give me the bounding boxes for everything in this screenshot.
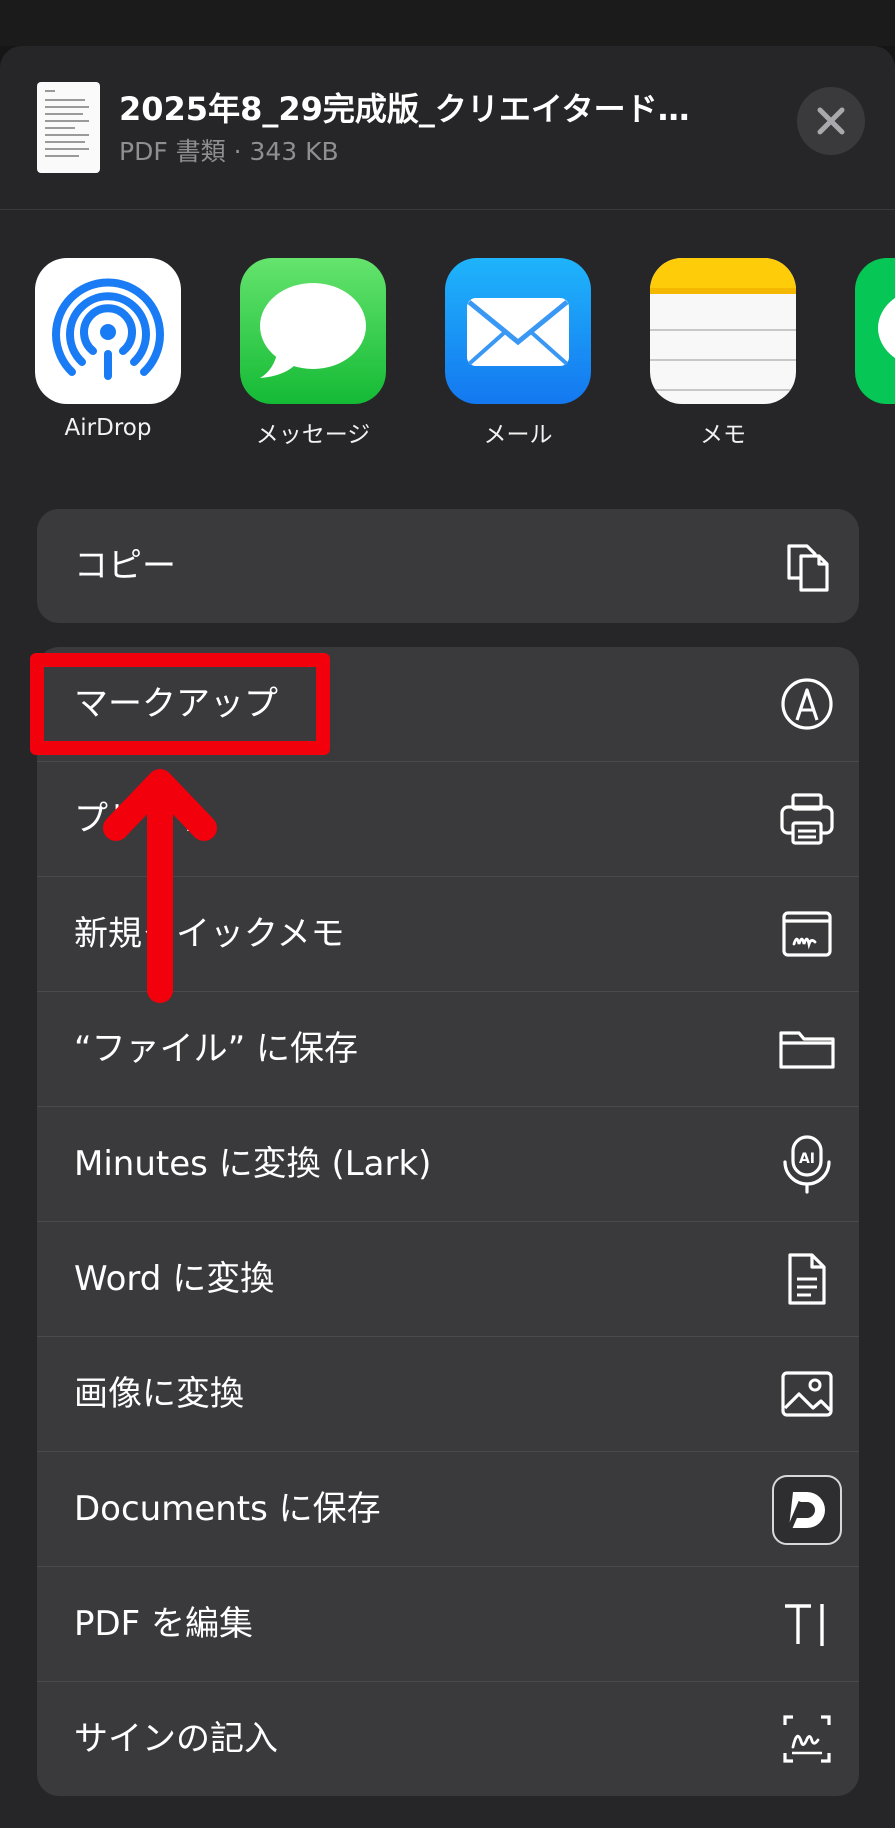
app-airdrop[interactable]: AirDrop xyxy=(35,258,181,441)
markup-icon xyxy=(777,674,837,734)
action-image-convert[interactable]: 画像に変換 xyxy=(37,1337,859,1452)
document-icon xyxy=(777,1249,837,1309)
folder-icon xyxy=(777,1019,837,1079)
action-label: 画像に変換 xyxy=(74,1374,244,1414)
arrow-up-icon xyxy=(103,769,217,1003)
app-label: AirDrop xyxy=(64,415,152,441)
image-icon xyxy=(777,1364,837,1424)
svg-text:AI: AI xyxy=(799,1151,815,1167)
line-app-icon xyxy=(878,297,895,359)
status-area xyxy=(0,0,895,46)
action-copy[interactable]: コピー xyxy=(37,509,859,623)
app-mail[interactable]: メール xyxy=(445,258,591,449)
app-label: メッセージ xyxy=(255,422,371,448)
action-label: Word に変換 xyxy=(74,1259,275,1299)
action-minutes-convert[interactable]: Minutes に変換 (Lark) AI xyxy=(37,1107,859,1222)
text-cursor-icon xyxy=(777,1594,837,1654)
app-messages[interactable]: メッセージ xyxy=(240,258,386,449)
app-line[interactable] xyxy=(855,258,895,404)
action-group-copy: コピー xyxy=(37,509,859,623)
action-label: コピー xyxy=(74,546,176,586)
file-title: 2025年8_29完成版_クリエイタード… xyxy=(119,90,690,128)
signature-icon xyxy=(777,1709,837,1769)
copy-icon xyxy=(777,536,837,596)
close-button[interactable] xyxy=(797,87,865,155)
action-edit-pdf[interactable]: PDF を編集 xyxy=(37,1567,859,1682)
documents-app-icon xyxy=(771,1474,843,1546)
action-label: Documents に保存 xyxy=(74,1489,381,1529)
close-icon xyxy=(817,107,845,135)
file-meta: PDF 書類 · 343 KB xyxy=(119,137,339,166)
action-save-to-files[interactable]: “ファイル” に保存 xyxy=(37,992,859,1107)
pdf-thumbnail xyxy=(37,82,100,173)
action-label: PDF を編集 xyxy=(74,1604,254,1644)
share-sheet-header: 2025年8_29完成版_クリエイタード… PDF 書類 · 343 KB xyxy=(0,46,895,210)
app-label: メール xyxy=(483,422,553,448)
print-icon xyxy=(777,789,837,849)
app-label: メモ xyxy=(700,422,746,448)
action-signature[interactable]: サインの記入 xyxy=(37,1682,859,1796)
ai-mic-icon: AI xyxy=(777,1134,837,1194)
app-row: AirDrop メッセージ メール メモ xyxy=(0,258,895,458)
airdrop-icon xyxy=(52,278,164,380)
app-notes[interactable]: メモ xyxy=(650,258,796,449)
messages-icon xyxy=(260,283,366,378)
action-word-convert[interactable]: Word に変換 xyxy=(37,1222,859,1337)
highlight-box xyxy=(30,653,330,755)
action-label: サインの記入 xyxy=(74,1719,278,1759)
action-label: Minutes に変換 (Lark) xyxy=(74,1144,432,1184)
action-label: “ファイル” に保存 xyxy=(74,1029,359,1069)
notes-icon xyxy=(650,258,796,391)
action-save-to-documents[interactable]: Documents に保存 xyxy=(37,1452,859,1567)
quick-note-icon xyxy=(777,904,837,964)
mail-icon xyxy=(467,298,569,366)
